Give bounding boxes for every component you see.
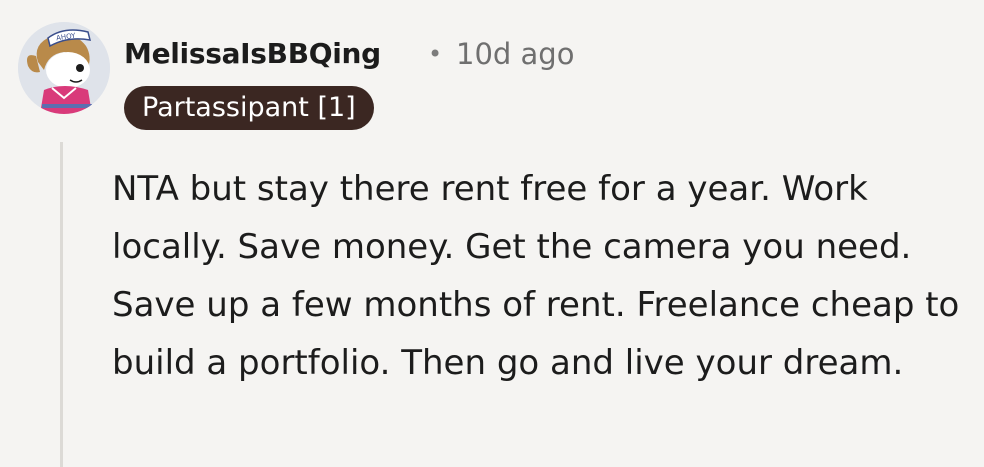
comment-body: NTA but stay there rent free for a year.… (112, 169, 960, 383)
avatar-sailor-character-icon: AHOY (18, 22, 110, 114)
author-username[interactable]: MelissaIsBBQing (124, 34, 381, 74)
comment-timestamp[interactable]: 10d ago (456, 34, 574, 74)
comment: AHOY MelissaIsBBQing • 10d ago Partassip… (0, 0, 984, 467)
avatar[interactable]: AHOY (18, 22, 110, 114)
user-flair-badge: Partassipant [1] (124, 86, 374, 130)
meta-separator: • (428, 40, 443, 68)
thread-line[interactable] (60, 142, 63, 467)
